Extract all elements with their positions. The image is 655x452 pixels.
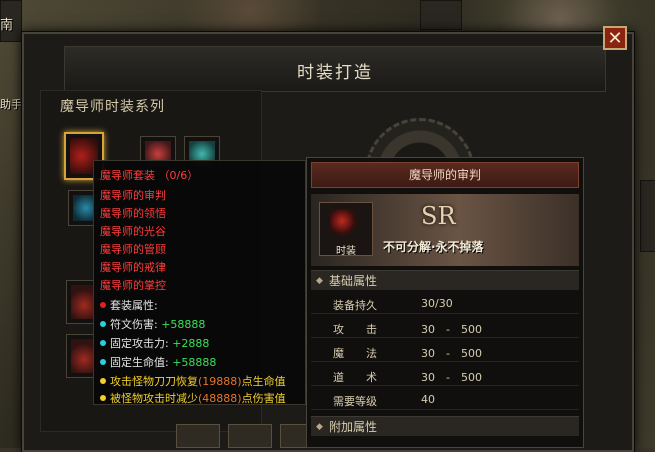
stat-label: 固定攻击力: xyxy=(110,337,169,350)
set-piece: 魔导师的审判 xyxy=(100,189,166,202)
attr-key: 道 术 xyxy=(333,371,377,384)
effect-line: 被怪物攻击时减少(48888)点伤害值 xyxy=(100,390,286,406)
set-piece: 魔导师的戒律 xyxy=(100,261,166,274)
item-banner: 时装 SR 不可分解·永不掉落 xyxy=(311,194,579,266)
effect-text: 被怪物攻击时减少 xyxy=(110,392,198,405)
extra-attr-header: ◆ 附加属性 xyxy=(311,416,579,436)
attr-value: 30 - 500 xyxy=(421,347,482,360)
set-name-line: 魔导师套装 （0/6） xyxy=(100,167,198,183)
effect-number: (19888) xyxy=(198,375,242,388)
item-type-tag: 时装 xyxy=(336,246,356,257)
background-character xyxy=(420,0,462,30)
stat-line: 符文伤害: +58888 xyxy=(100,316,205,332)
attr-key: 装备持久 xyxy=(333,299,377,312)
stat-line: 固定生命值: +58888 xyxy=(100,354,216,370)
attr-key: 攻 击 xyxy=(333,323,377,336)
cyan-dot-icon xyxy=(100,321,106,327)
set-attr-line: 套装属性: xyxy=(100,297,158,313)
attr-row: 魔 法 30 - 500 xyxy=(311,342,579,362)
attr-value: 30/30 xyxy=(421,297,453,310)
stat-value: +2888 xyxy=(172,337,210,350)
set-piece: 魔导师的光谷 xyxy=(100,225,166,238)
set-piece: 魔导师的管顾 xyxy=(100,243,166,256)
effect-number: (48888) xyxy=(198,392,242,405)
effect-text: 点伤害值 xyxy=(241,392,286,405)
base-attr-header: ◆ 基础属性 xyxy=(311,270,579,290)
attr-row: 需要等级 40 xyxy=(311,390,579,410)
window-title: 时装打造 xyxy=(297,63,373,83)
effect-text: 攻击怪物刀刀恢复 xyxy=(110,375,198,388)
binding-text: 不可分解·永不掉落 xyxy=(383,240,484,254)
attr-value: 30 - 500 xyxy=(421,371,482,384)
attr-row: 装备持久 30/30 xyxy=(311,294,579,314)
base-attr-label: 基础属性 xyxy=(329,274,378,288)
stat-value: +58888 xyxy=(172,356,217,369)
set-count: （0/6） xyxy=(158,169,199,182)
attr-value: 40 xyxy=(421,393,435,406)
effect-line: 攻击怪物刀刀恢复(19888)点生命值 xyxy=(100,373,286,389)
diamond-icon: ◆ xyxy=(316,422,323,432)
set-name: 魔导师套装 xyxy=(100,169,155,182)
set-attr-label: 套装属性: xyxy=(110,299,158,312)
stat-value: +58888 xyxy=(161,318,206,331)
set-piece: 魔导师的掌控 xyxy=(100,279,166,292)
stat-line: 固定攻击力: +2888 xyxy=(100,335,209,351)
item-name: 魔导师的审判 xyxy=(311,162,579,188)
attr-key: 魔 法 xyxy=(333,347,377,360)
material-slot-button[interactable] xyxy=(176,424,220,448)
item-tooltip: 魔导师的审判 时装 SR 不可分解·永不掉落 ◆ 基础属性 装备持久 30/30 攻… xyxy=(306,157,584,448)
effect-text: 点生命值 xyxy=(241,375,286,388)
stat-label: 符文伤害: xyxy=(110,318,158,331)
cyan-dot-icon xyxy=(100,340,106,346)
side-label-helper[interactable]: 助手 xyxy=(0,96,22,112)
close-button[interactable]: ✕ xyxy=(603,26,627,50)
cyan-dot-icon xyxy=(100,359,106,365)
series-title: 魔导师时装系列 xyxy=(60,99,165,115)
red-dot-icon xyxy=(100,302,106,308)
yellow-dot-icon xyxy=(100,378,106,384)
attr-key: 需要等级 xyxy=(333,395,377,408)
set-piece: 魔导师的领悟 xyxy=(100,207,166,220)
side-label-top: 南 xyxy=(0,18,14,33)
extra-attr-label: 附加属性 xyxy=(329,420,378,434)
attr-row: 道 术 30 - 500 xyxy=(311,366,579,386)
attr-row: 攻 击 30 - 500 xyxy=(311,318,579,338)
background-object xyxy=(640,180,655,252)
material-slot-button[interactable] xyxy=(228,424,272,448)
set-tooltip: 魔导师套装 （0/6） 魔导师的审判 魔导师的领悟 魔导师的光谷 魔导师的管顾 … xyxy=(93,160,306,405)
diamond-icon: ◆ xyxy=(316,276,323,286)
stat-label: 固定生命值: xyxy=(110,356,169,369)
attr-value: 30 - 500 xyxy=(421,323,482,336)
rarity-badge: SR xyxy=(421,202,456,230)
yellow-dot-icon xyxy=(100,395,106,401)
staff-glow xyxy=(330,209,360,239)
title-bar: 时装打造 xyxy=(64,46,606,92)
